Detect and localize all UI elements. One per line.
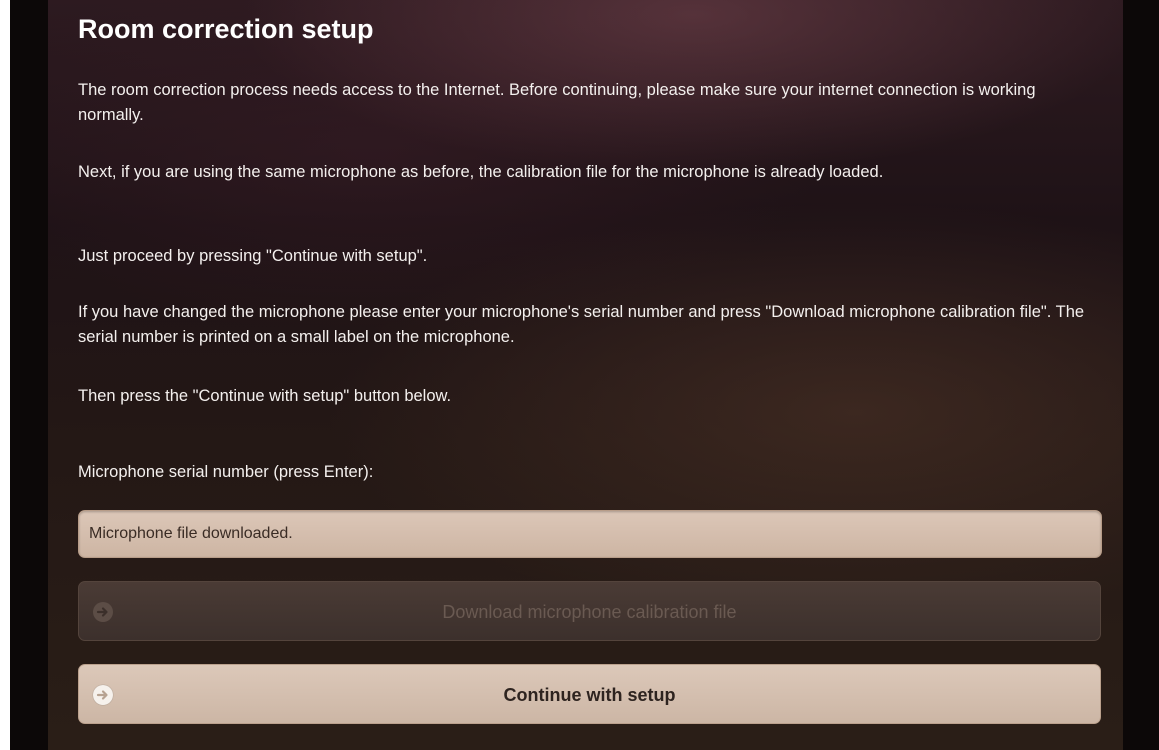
proceed-instruction-text: Just proceed by pressing "Continue with …: [78, 247, 428, 265]
serial-number-input[interactable]: Microphone file downloaded.: [78, 510, 1102, 558]
serial-number-label: Microphone serial number (press Enter):: [78, 463, 374, 481]
window-edge: [0, 0, 10, 750]
changed-microphone-text: If you have changed the microphone pleas…: [78, 303, 1085, 346]
download-calibration-button[interactable]: Download microphone calibration file: [78, 581, 1101, 641]
continue-setup-button[interactable]: Continue with setup: [78, 664, 1101, 724]
internet-notice-text: The room correction process needs access…: [78, 81, 1036, 124]
continue-setup-button-label: Continue with setup: [503, 685, 676, 705]
setup-panel: Room correction setup The room correctio…: [48, 0, 1123, 750]
page-title: Room correction setup: [78, 14, 374, 44]
arrow-right-circle-icon: [93, 602, 113, 622]
arrow-right-circle-icon: [93, 685, 113, 705]
same-microphone-text: Next, if you are using the same micropho…: [78, 163, 884, 181]
download-calibration-button-label: Download microphone calibration file: [442, 602, 737, 622]
app-frame: Room correction setup The room correctio…: [10, 0, 1159, 750]
continue-instruction-text: Then press the "Continue with setup" but…: [78, 387, 452, 405]
